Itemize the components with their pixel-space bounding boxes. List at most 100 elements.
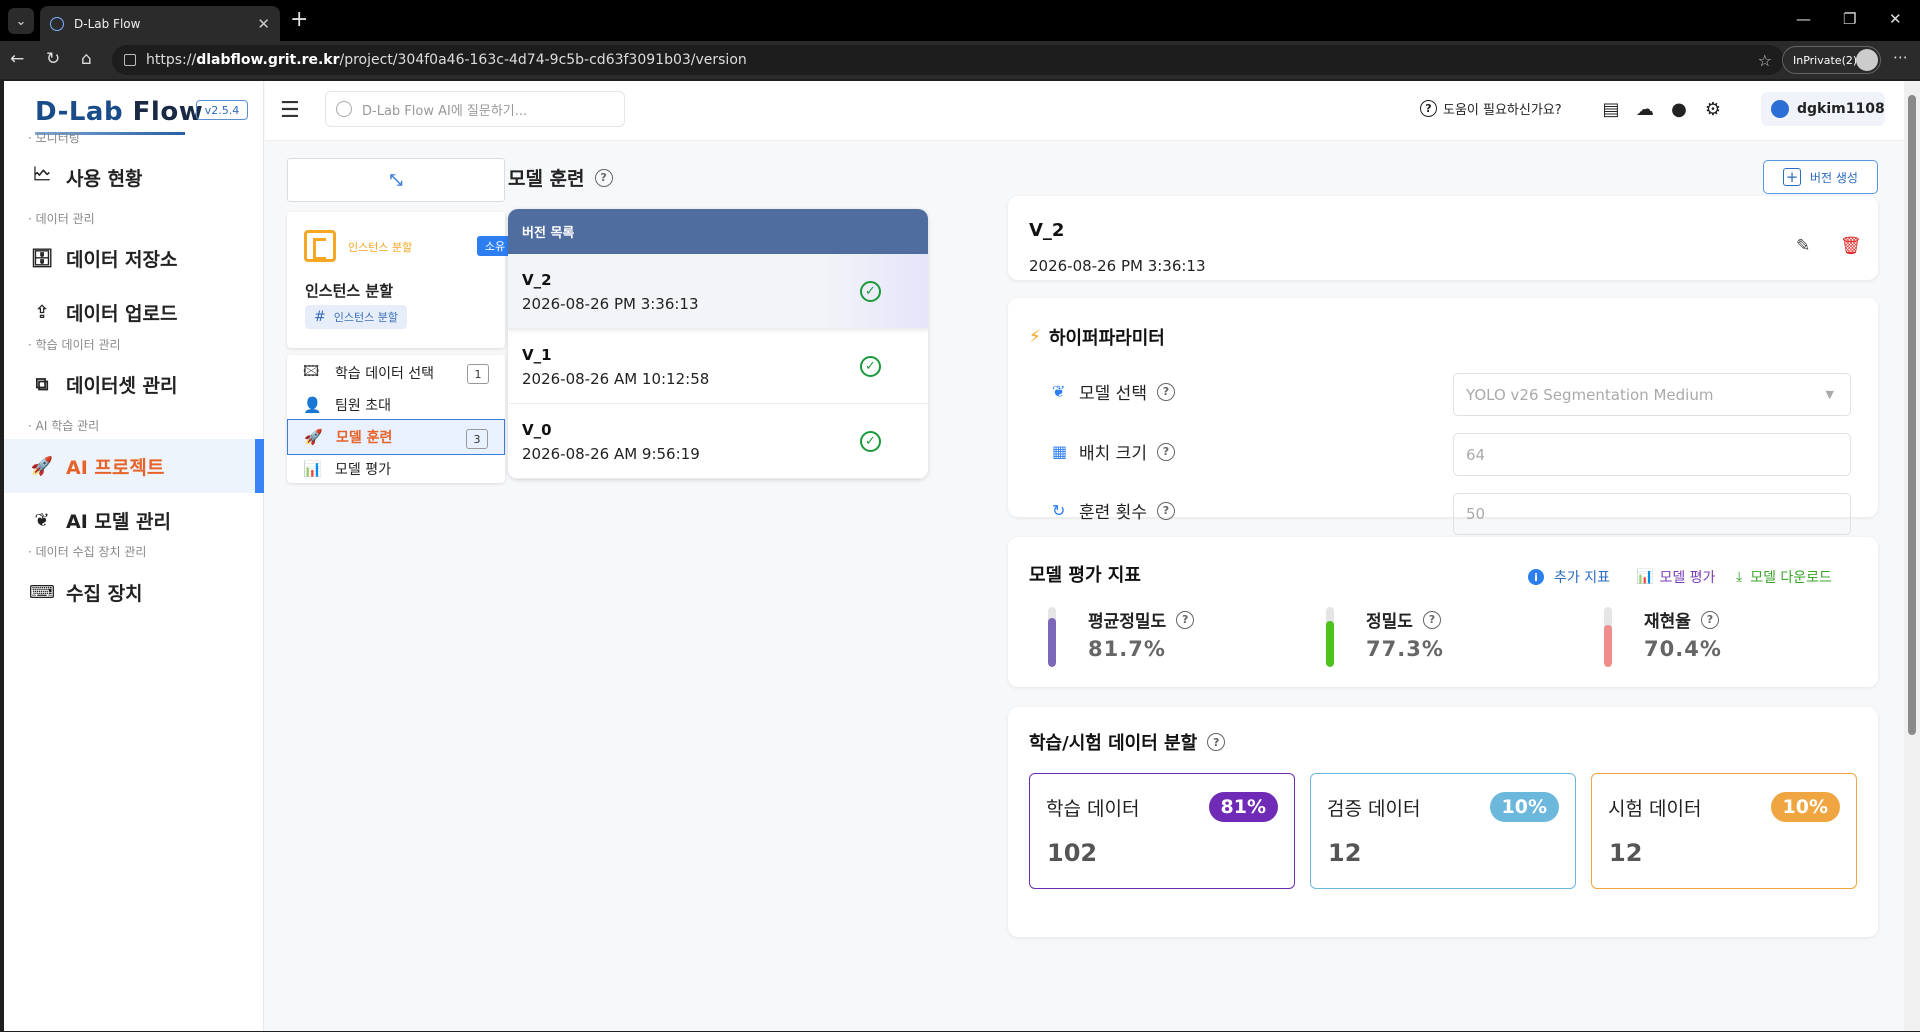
sidebar-item-ai-project[interactable]: 🚀 AI 프로젝트 (4, 439, 264, 493)
sidebar-item-data-upload[interactable]: ⇪ 데이터 업로드 (4, 285, 264, 339)
metric-label-text: 재현율 (1644, 612, 1691, 632)
collapse-button[interactable]: ⤡ (287, 158, 505, 202)
help-icon[interactable]: ? (1176, 610, 1195, 629)
address-bar: ← ↻ ⌂ https://dlabflow.grit.re.kr/projec… (0, 41, 1920, 79)
step-evaluate[interactable]: 📊 모델 평가 (287, 451, 505, 487)
sidebar-item-label: 수집 장치 (66, 582, 143, 605)
close-icon[interactable]: ✕ (257, 15, 270, 33)
browser-tabbar: ⌄ D-Lab Flow ✕ + — ❐ ✕ (0, 0, 1920, 41)
version-badge: v2.5.4 (196, 100, 248, 120)
metric-label: 재현율? (1644, 607, 1719, 632)
help-icon[interactable]: ? (1700, 610, 1719, 629)
username: dgkim1108 (1797, 101, 1885, 117)
epochs-label-text: 훈련 횟수 (1079, 503, 1147, 523)
split-count: 12 (1328, 839, 1362, 867)
metric-label-text: 정밀도 (1366, 612, 1413, 632)
section-monitoring: · 모니터링 (28, 131, 80, 145)
split-title-text: 학습/시험 데이터 분할 (1029, 733, 1198, 754)
scrollbar[interactable] (1904, 81, 1920, 1031)
step-label: 학습 데이터 선택 (335, 366, 435, 382)
sidebar-item-devices[interactable]: ⌨ 수집 장치 (4, 565, 264, 619)
help-icon[interactable]: ? (1207, 733, 1226, 751)
help-icon[interactable]: ? (1156, 442, 1175, 461)
url-field[interactable]: https://dlabflow.grit.re.kr/project/304f… (112, 45, 1784, 75)
lock-icon (124, 54, 136, 66)
model-eval-label: 모델 평가 (1659, 570, 1716, 586)
check-circle-icon: ✓ (860, 356, 881, 377)
model-download-link[interactable]: ⤓ 모델 다운로드 (1736, 567, 1832, 587)
help-icon[interactable]: ? (1156, 501, 1175, 520)
favorite-star-icon[interactable]: ☆ (1758, 51, 1772, 70)
inprivate-label: InPrivate(2) (1793, 53, 1858, 67)
scrollbar-thumb[interactable] (1908, 95, 1916, 735)
device-icon: ⌨ (29, 581, 55, 603)
back-icon[interactable]: ← (10, 49, 24, 69)
version-row[interactable]: V_0 2026-08-26 AM 9:56:19 ✓ (508, 404, 928, 479)
hyperparam-title: ⚡ 하이퍼파라미터 (1029, 324, 1165, 350)
metrics-card: 모델 평가 지표 i 추가 지표 📊 모델 평가 ⤓ 모델 다운로드 평균정밀도… (1008, 537, 1878, 687)
user-menu[interactable]: dgkim1108 (1761, 92, 1885, 126)
create-version-label: 버전 생성 (1810, 170, 1858, 185)
split-count: 12 (1609, 839, 1643, 867)
sidebar-item-data-store[interactable]: 🗄 데이터 저장소 (4, 231, 264, 285)
gear-icon[interactable]: ⚙ (1701, 97, 1725, 121)
metric-bar (1326, 607, 1334, 667)
dataset-icon: ⧉ (35, 373, 49, 395)
flag-icon[interactable]: ● (1667, 97, 1691, 121)
split-percent-badge: 10% (1489, 792, 1559, 822)
profile-avatar (1856, 49, 1878, 71)
home-icon[interactable]: ⌂ (81, 49, 92, 69)
browser-tab[interactable]: D-Lab Flow ✕ (40, 6, 280, 41)
create-version-button[interactable]: + 버전 생성 (1763, 160, 1878, 194)
help-icon[interactable]: ? (1422, 610, 1441, 629)
sidebar-item-ai-model[interactable]: ❦ AI 모델 관리 (4, 493, 264, 547)
trash-icon[interactable]: 🗑 (1840, 236, 1862, 256)
metric-bar-fill (1048, 617, 1056, 667)
chevron-down-icon: ▼ (1825, 388, 1834, 401)
ai-search-input[interactable]: D-Lab Flow AI에 질문하기... (325, 91, 625, 127)
bar-chart-icon: 📊 (303, 460, 322, 478)
refresh-icon[interactable]: ↻ (46, 49, 60, 69)
step-select-data[interactable]: 🖾 학습 데이터 선택 1 (287, 355, 505, 391)
sidebar-item-label: 사용 현황 (66, 167, 143, 190)
detail-date: 2026-08-26 PM 3:36:13 (1029, 257, 1206, 275)
bolt-icon: ⚡ (1029, 327, 1041, 347)
extra-metrics-label: 추가 지표 (1554, 570, 1610, 586)
section-ai-train: · AI 학습 관리 (28, 419, 100, 433)
restore-icon[interactable]: ❐ (1843, 10, 1856, 28)
cloud-upload-icon[interactable]: ☁ (1633, 97, 1657, 121)
archive-icon[interactable]: ▤ (1599, 97, 1623, 121)
monitor-icon: 🗠 (32, 164, 52, 185)
new-tab-button[interactable]: + (290, 8, 308, 32)
sidebar-item-dataset[interactable]: ⧉ 데이터셋 관리 (4, 357, 264, 411)
hyperparam-card: ⚡ 하이퍼파라미터 ❦ 모델 선택 ? YOLO v26 Segmentatio… (1008, 298, 1878, 535)
info-icon: i (1528, 569, 1544, 585)
metrics-title: 모델 평가 지표 (1029, 565, 1141, 586)
minimize-icon[interactable]: — (1796, 10, 1811, 28)
edit-icon[interactable]: ✎ (1796, 236, 1810, 256)
logo[interactable]: D-Lab Flow (35, 97, 203, 127)
step-invite[interactable]: 👤 팀원 초대 (287, 387, 505, 423)
extra-metrics-link[interactable]: i 추가 지표 (1528, 567, 1610, 587)
more-menu-icon[interactable]: ⋯ (1893, 48, 1908, 66)
version-row[interactable]: V_2 2026-08-26 PM 3:36:13 ✓ (508, 254, 928, 329)
sidebar-item-usage[interactable]: 🗠 사용 현황 (4, 150, 264, 204)
inprivate-badge[interactable]: InPrivate(2) (1782, 46, 1881, 74)
batch-size-input[interactable]: 64 (1453, 433, 1851, 476)
upload-icon: ⇪ (34, 301, 50, 323)
help-icon[interactable]: ? (1156, 382, 1175, 401)
help-link[interactable]: ? 도움이 필요하신가요? (1420, 99, 1562, 118)
rocket-icon: 🚀 (30, 455, 54, 477)
version-row[interactable]: V_1 2026-08-26 AM 10:12:58 ✓ (508, 329, 928, 404)
main-content: ⤡ 인스턴스 분할 소유 인스턴스 분할 # 인스턴스 분할 🖾 학습 데이터 … (265, 141, 1904, 1031)
tab-actions-button[interactable]: ⌄ (8, 8, 34, 34)
menu-toggle-icon[interactable]: ☰ (280, 98, 300, 123)
metric-value: 81.7% (1088, 637, 1166, 661)
epochs-input[interactable]: 50 (1453, 493, 1851, 535)
close-window-icon[interactable]: ✕ (1889, 10, 1902, 28)
model-select[interactable]: YOLO v26 Segmentation Medium ▼ (1453, 373, 1851, 416)
step-train[interactable]: 🚀 모델 훈련 3 (287, 419, 505, 455)
model-eval-link[interactable]: 📊 모델 평가 (1636, 567, 1715, 587)
sidebar-item-label: AI 모델 관리 (66, 510, 171, 533)
help-icon[interactable]: ? (594, 168, 613, 187)
